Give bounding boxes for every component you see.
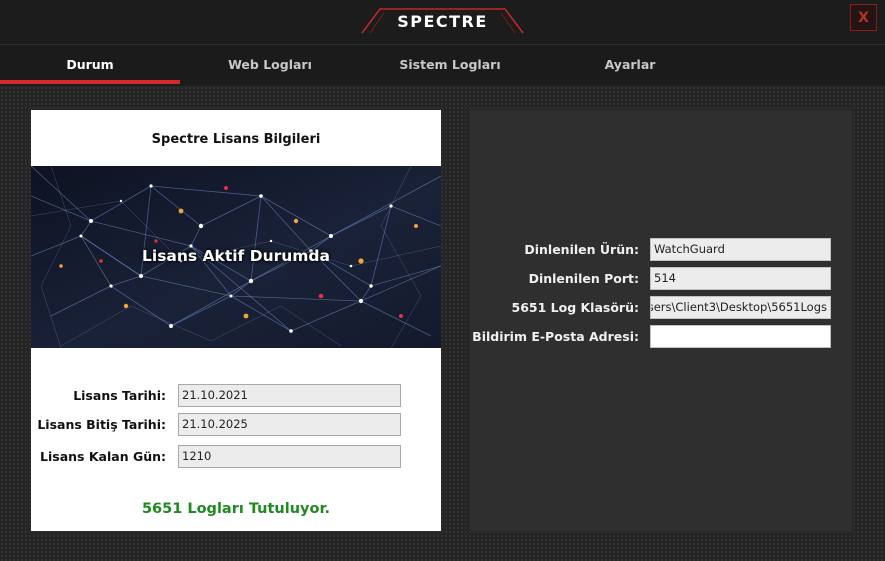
product-row: Dinlenilen Ürün: WatchGuard (470, 238, 852, 262)
tab-label: Web Logları (228, 57, 312, 72)
email-field[interactable] (650, 325, 831, 348)
license-days-left-field[interactable]: 1210 (178, 445, 401, 468)
license-date-label: Lisans Tarihi: (73, 388, 166, 403)
license-date-field[interactable]: 21.10.2021 (178, 384, 401, 407)
tab-label: Sistem Logları (399, 57, 501, 72)
log-folder-label: 5651 Log Klasörü: (511, 300, 640, 315)
tab-system-logs[interactable]: Sistem Logları (360, 45, 540, 84)
title-bar: SPECTRE X (0, 0, 885, 45)
license-end-date-field[interactable]: 21.10.2025 (178, 413, 401, 436)
network-banner-image: Lisans Aktif Durumda (31, 166, 441, 348)
email-row: Bildirim E-Posta Adresi: (470, 325, 852, 349)
license-date-row: Lisans Tarihi: 21.10.2021 (31, 384, 441, 408)
log-folder-field[interactable]: C:\Users\Client3\Desktop\5651Logs (650, 296, 831, 319)
license-days-left-label: Lisans Kalan Gün: (40, 449, 166, 464)
port-row: Dinlenilen Port: 514 (470, 267, 852, 291)
license-active-text: Lisans Aktif Durumda (142, 247, 330, 265)
port-label: Dinlenilen Port: (528, 271, 639, 286)
port-field[interactable]: 514 (650, 267, 831, 290)
product-label: Dinlenilen Ürün: (524, 242, 639, 257)
logging-status-text: 5651 Logları Tutuluyor. (141, 501, 331, 517)
license-title: Spectre Lisans Bilgileri (151, 132, 321, 147)
tab-web-logs[interactable]: Web Logları (180, 45, 360, 84)
svg-text:SPECTRE: SPECTRE (397, 12, 488, 31)
tab-label: Durum (66, 57, 114, 72)
log-folder-row: 5651 Log Klasörü: C:\Users\Client3\Deskt… (470, 296, 852, 320)
tab-durum[interactable]: Durum (0, 45, 180, 84)
product-field[interactable]: WatchGuard (650, 238, 831, 261)
tab-label: Ayarlar (604, 57, 656, 72)
tab-settings[interactable]: Ayarlar (540, 45, 720, 84)
tab-bar: Durum Web Logları Sistem Logları Ayarlar (0, 45, 885, 84)
license-days-left-row: Lisans Kalan Gün: 1210 (31, 445, 441, 469)
license-panel: Spectre Lisans Bilgileri Lisans Aktif Du… (31, 110, 441, 531)
close-button[interactable]: X (850, 4, 877, 31)
license-end-date-row: Lisans Bitiş Tarihi: 21.10.2025 (31, 413, 441, 437)
close-icon: X (858, 9, 869, 26)
email-label: Bildirim E-Posta Adresi: (472, 329, 639, 344)
log-folder-value: C:\Users\Client3\Desktop\5651Logs (650, 300, 827, 314)
settings-panel: Dinlenilen Ürün: WatchGuard Dinlenilen P… (470, 110, 852, 531)
spectre-logo: SPECTRE (361, 8, 524, 34)
license-end-date-label: Lisans Bitiş Tarihi: (37, 417, 166, 432)
